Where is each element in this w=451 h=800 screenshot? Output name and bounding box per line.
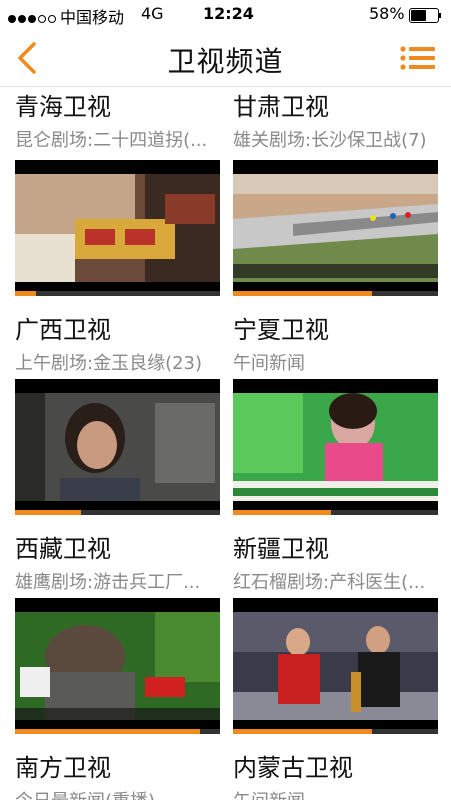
video-thumbnail[interactable] <box>233 160 438 296</box>
list-menu-icon[interactable] <box>400 46 436 70</box>
channel-card-qinghai[interactable]: 青海卫视 昆仑剧场:二十四道拐(... <box>15 87 220 152</box>
program-title: 今日最新闻(重播) <box>15 787 227 800</box>
channel-name: 青海卫视 <box>15 93 111 121</box>
video-thumbnail[interactable] <box>15 160 220 296</box>
program-title: 上午剧场:金玉良缘(23) <box>15 353 203 374</box>
program-title: 午间新闻 <box>233 787 445 800</box>
battery-icon <box>409 8 441 23</box>
video-thumbnail[interactable] <box>233 598 438 734</box>
program-title: 雄鹰剧场:游击兵工厂... <box>15 572 201 593</box>
network-type: 4G <box>141 4 164 23</box>
signal-strength-icon <box>8 8 58 27</box>
channel-name: 南方卫视 <box>15 754 111 782</box>
channel-name: 广西卫视 <box>15 316 111 344</box>
video-thumbnail[interactable] <box>15 379 220 515</box>
channel-name: 西藏卫视 <box>15 535 111 563</box>
status-bar: 中国移动 4G 12:24 58% <box>0 0 451 30</box>
program-title: 午间新闻 <box>233 353 305 374</box>
progress-bar <box>233 729 373 734</box>
video-frame-image <box>233 393 438 501</box>
channel-card-tibet[interactable]: 西藏卫视 雄鹰剧场:游击兵工厂... <box>15 379 220 594</box>
video-frame-image <box>15 612 220 720</box>
video-frame-image <box>233 174 438 282</box>
program-title: 雄关剧场:长沙保卫战(7) <box>233 130 427 151</box>
channel-name: 新疆卫视 <box>233 535 329 563</box>
progress-bar <box>233 510 332 515</box>
video-thumbnail[interactable] <box>15 598 220 734</box>
video-frame-image <box>233 612 438 720</box>
channel-card-ningxia[interactable]: 宁夏卫视 午间新闻 <box>233 160 438 375</box>
carrier-name: 中国移动 <box>60 8 125 27</box>
channel-name: 宁夏卫视 <box>233 316 329 344</box>
progress-bar <box>15 510 81 515</box>
channel-card-xinjiang[interactable]: 新疆卫视 红石榴剧场:产科医生(... <box>233 379 438 594</box>
channel-card-nanfang[interactable]: 南方卫视 今日最新闻(重播) <box>15 598 220 800</box>
navigation-bar: 卫视频道 <box>0 30 451 87</box>
video-frame-image <box>15 393 220 501</box>
channel-card-inner-mongolia[interactable]: 内蒙古卫视 午间新闻 <box>233 598 438 800</box>
battery-percent: 58% <box>369 4 405 23</box>
channel-card-gansu[interactable]: 甘肃卫视 雄关剧场:长沙保卫战(7) <box>233 87 438 152</box>
page-title: 卫视频道 <box>167 45 284 78</box>
progress-bar <box>233 291 373 296</box>
progress-bar <box>15 291 36 296</box>
channel-grid: 青海卫视 昆仑剧场:二十四道拐(... 甘肃卫视 雄关剧场:长沙保卫战(7) 广… <box>0 87 451 800</box>
channel-name: 内蒙古卫视 <box>233 754 353 782</box>
channel-card-guangxi[interactable]: 广西卫视 上午剧场:金玉良缘(23) <box>15 160 220 375</box>
program-title: 昆仑剧场:二十四道拐(... <box>15 130 208 151</box>
progress-bar <box>15 729 200 734</box>
video-thumbnail[interactable] <box>233 379 438 515</box>
channel-name: 甘肃卫视 <box>233 93 329 121</box>
program-title: 红石榴剧场:产科医生(... <box>233 572 426 593</box>
video-frame-image <box>15 174 220 282</box>
clock: 12:24 <box>203 4 254 23</box>
